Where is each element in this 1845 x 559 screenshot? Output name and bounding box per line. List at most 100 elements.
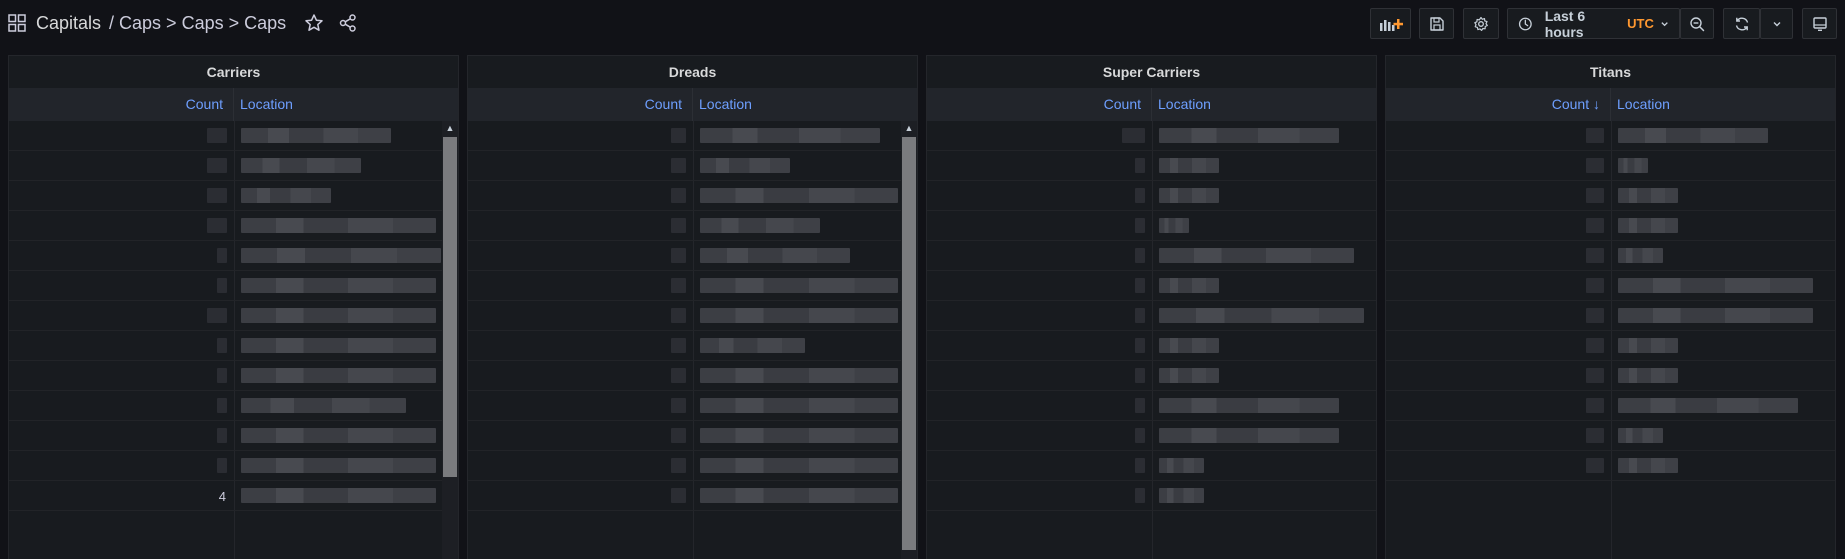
dashboards-grid-icon[interactable]	[8, 14, 26, 32]
column-header-location[interactable]: Location	[1611, 88, 1670, 121]
scroll-up-arrow-icon[interactable]: ▲	[442, 121, 458, 135]
table-row	[1386, 211, 1835, 241]
table-row	[927, 361, 1376, 391]
table-row	[1386, 391, 1835, 421]
monitor-icon	[1812, 16, 1827, 31]
panel-title: Dreads	[668, 64, 717, 80]
table-row	[1386, 361, 1835, 391]
table-body	[1386, 121, 1835, 559]
time-range-picker[interactable]: Last 6 hours UTC	[1507, 7, 1680, 40]
table-row	[9, 181, 458, 211]
table-row	[1386, 181, 1835, 211]
table-body: 4	[9, 121, 458, 559]
table-row	[468, 451, 917, 481]
add-panel-icon	[1379, 18, 1403, 31]
table-row	[468, 271, 917, 301]
panel-title: Carriers	[206, 64, 261, 80]
table-scrollbar[interactable]: ▲	[901, 121, 917, 559]
panel-titans: Titans Count ↓ Location	[1385, 55, 1836, 559]
table-row	[468, 301, 917, 331]
table-row	[468, 361, 917, 391]
column-header-location[interactable]: Location	[234, 88, 293, 121]
table-row	[1386, 271, 1835, 301]
table-row	[9, 391, 458, 421]
dashboard-title[interactable]: / Caps > Caps > Caps	[109, 13, 286, 34]
timezone-label: UTC	[1627, 16, 1654, 31]
scroll-up-arrow-icon[interactable]: ▲	[901, 121, 917, 135]
tv-mode-button[interactable]	[1802, 8, 1837, 39]
table-header: Count Location	[927, 88, 1376, 121]
table-row	[468, 181, 917, 211]
column-header-count-sorted[interactable]: Count ↓	[1386, 88, 1611, 121]
table-row	[927, 181, 1376, 211]
table-row	[468, 391, 917, 421]
table-row	[9, 241, 458, 271]
table-row	[927, 121, 1376, 151]
table-row	[1386, 331, 1835, 361]
table-row	[9, 361, 458, 391]
table-body	[927, 121, 1376, 559]
table-row	[1386, 241, 1835, 271]
dashboard-top-bar: Capitals / Caps > Caps > Caps Last 6 hou…	[0, 0, 1845, 46]
dashboard-settings-button[interactable]	[1463, 8, 1499, 39]
table-row	[927, 241, 1376, 271]
clock-icon	[1518, 17, 1532, 30]
add-panel-button[interactable]	[1370, 8, 1411, 39]
table-row	[468, 241, 917, 271]
chevron-down-icon	[1773, 21, 1780, 26]
table-row	[927, 451, 1376, 481]
refresh-interval-dropdown[interactable]	[1760, 8, 1793, 39]
table-row	[1386, 451, 1835, 481]
table-row	[9, 211, 458, 241]
table-row	[468, 151, 917, 181]
table-scrollbar[interactable]: ▲	[442, 121, 458, 559]
count-cell: 4	[218, 489, 226, 504]
scrollbar-thumb[interactable]	[902, 137, 916, 550]
table-row	[9, 121, 458, 151]
panel-dreads: Dreads Count Location ▲	[467, 55, 918, 559]
table-row	[1386, 301, 1835, 331]
breadcrumb: Capitals / Caps > Caps > Caps	[8, 11, 358, 35]
table-row	[1386, 121, 1835, 151]
column-header-location[interactable]: Location	[693, 88, 752, 121]
table-row	[468, 481, 917, 511]
table-row	[9, 151, 458, 181]
table-row	[468, 421, 917, 451]
table-row	[927, 391, 1376, 421]
table-row	[9, 421, 458, 451]
table-row	[9, 451, 458, 481]
panel-title: Titans	[1590, 64, 1631, 80]
zoom-out-icon	[1690, 16, 1705, 31]
table-header: Count Location	[9, 88, 458, 121]
gear-icon	[1474, 16, 1488, 31]
table-row	[9, 331, 458, 361]
table-row	[927, 331, 1376, 361]
table-row: 4	[9, 481, 458, 511]
column-header-count[interactable]: Count	[468, 88, 693, 121]
scrollbar-thumb[interactable]	[443, 137, 457, 477]
zoom-out-button[interactable]	[1680, 8, 1714, 39]
column-header-location[interactable]: Location	[1152, 88, 1211, 121]
table-body	[468, 121, 917, 559]
refresh-button[interactable]	[1723, 8, 1760, 39]
share-icon[interactable]	[338, 13, 358, 33]
save-dashboard-button[interactable]	[1419, 8, 1454, 39]
table-row	[927, 301, 1376, 331]
table-header: Count ↓ Location	[1386, 88, 1835, 121]
panel-title: Super Carriers	[1102, 64, 1201, 80]
table-header: Count Location	[468, 88, 917, 121]
table-row	[9, 271, 458, 301]
column-header-count[interactable]: Count	[9, 88, 234, 121]
panel-super-carriers: Super Carriers Count Location	[926, 55, 1377, 559]
table-row	[468, 211, 917, 241]
table-row	[927, 481, 1376, 511]
table-row	[1386, 151, 1835, 181]
table-row	[927, 421, 1376, 451]
star-icon[interactable]	[304, 13, 324, 33]
table-row	[9, 301, 458, 331]
chevron-down-icon	[1661, 21, 1668, 26]
folder-link[interactable]: Capitals	[36, 13, 101, 34]
column-header-count[interactable]: Count	[927, 88, 1152, 121]
table-row	[1386, 421, 1835, 451]
time-range-label: Last 6 hours	[1544, 7, 1586, 40]
